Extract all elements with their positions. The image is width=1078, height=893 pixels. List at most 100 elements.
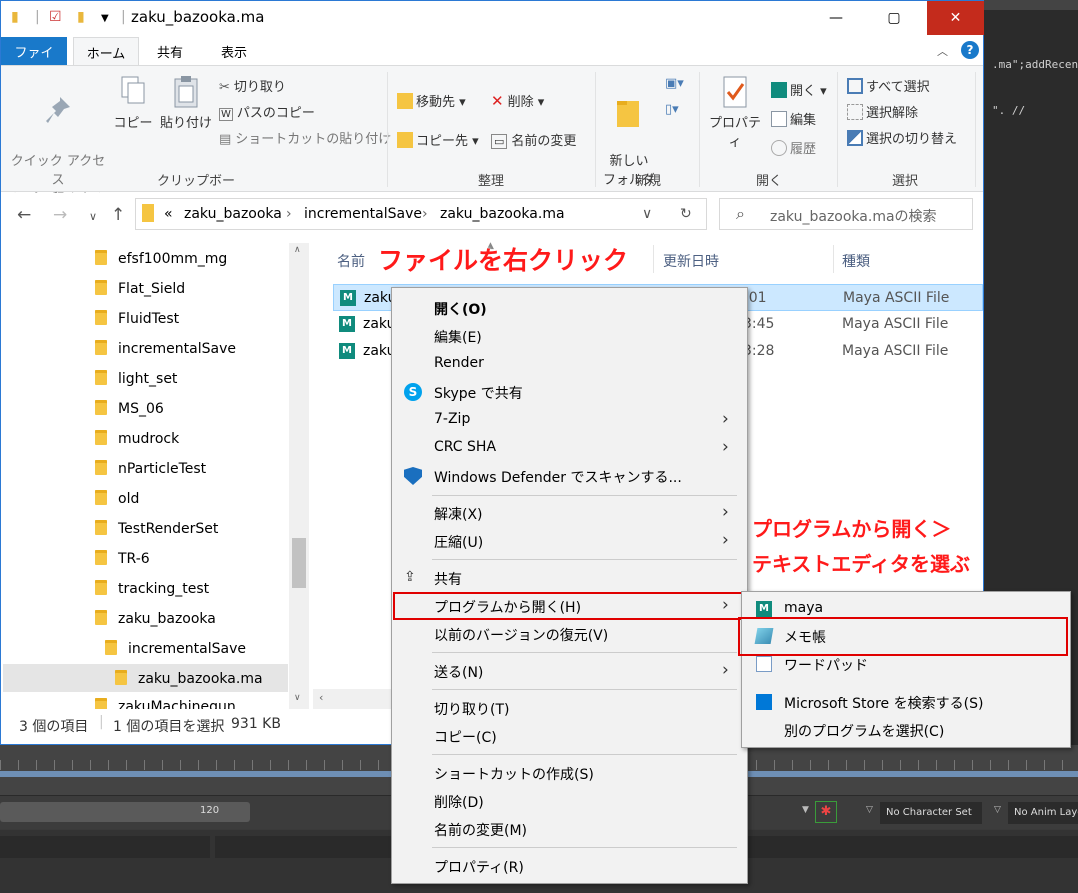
forward-arrow-icon[interactable]: → [53,205,67,225]
scroll-left-icon[interactable]: ‹ [319,691,323,704]
menu-item-send-to[interactable]: 送る(N) › [392,658,747,685]
close-button[interactable]: ✕ [927,1,984,35]
menu-item-restore-versions[interactable]: 以前のバージョンの復元(V) [392,621,747,648]
scroll-up-icon[interactable]: ∧ [294,245,301,255]
tab-file[interactable]: ファイル [1,37,67,80]
invert-selection-button[interactable]: 選択の切り替え [847,128,957,147]
customize-quick-access-icon[interactable]: ▼ [101,13,109,24]
auto-key-icon[interactable]: ✱ [815,801,837,823]
column-header-name[interactable]: 名前 [337,251,365,271]
menu-item-rename[interactable]: 名前の変更(M) [392,816,747,843]
menu-item-compress[interactable]: 圧縮(U) › [392,528,747,555]
search-box[interactable]: ⌕ zaku_bazooka.maの検索 [719,198,973,230]
rename-button[interactable]: ▭ 名前の変更 [491,130,576,149]
tree-item[interactable]: light_set [95,370,177,398]
minimize-button[interactable]: — [813,1,859,35]
menu-item-cut[interactable]: 切り取り(T) [392,695,747,722]
menu-item-delete[interactable]: 削除(D) [392,788,747,815]
column-header-type[interactable]: 種類 [842,251,870,271]
tree-item[interactable]: tracking_test [95,580,209,608]
menu-item-create-shortcut[interactable]: ショートカットの作成(S) [392,760,747,787]
tree-item-current[interactable]: zaku_bazooka.ma [115,670,263,698]
pin-to-quick-access-button[interactable]: クイック アクセス にピン留めする [9,74,107,209]
menu-item-7zip[interactable]: 7-Zip › [392,407,747,434]
open-button[interactable]: 開く ▾ [771,80,827,99]
easy-access-icon[interactable]: ▯▾ [665,102,679,117]
menu-item-share[interactable]: ⇪ 共有 [392,565,747,592]
tab-share[interactable]: 共有 [147,37,193,65]
tree-item[interactable]: mudrock [95,430,179,458]
help-icon[interactable]: ? [961,41,979,59]
menu-item-render[interactable]: Render [392,351,747,378]
back-arrow-icon[interactable]: ← [17,205,31,225]
menu-item-copy[interactable]: コピー(C) [392,723,747,750]
tree-item[interactable]: Flat_Sield [95,280,185,308]
address-dropdown-icon[interactable]: ∨ [642,206,652,222]
menu-item-properties[interactable]: プロパティ(R) [392,853,747,880]
breadcrumb-incrementalsave[interactable]: incrementalSave [304,206,422,222]
column-divider[interactable] [653,245,654,273]
menu-item-edit[interactable]: 編集(E) [392,323,747,350]
breadcrumb-current[interactable]: zaku_bazooka.ma [440,206,565,222]
paste-shortcut-button[interactable]: ▤ ショートカットの貼り付け [219,128,391,147]
charset-dropdown-icon: ▽ [866,805,873,815]
selected-count: 1 個の項目を選択 [113,719,225,735]
maximize-button[interactable]: ▢ [871,1,917,35]
menu-item-defender-scan[interactable]: Windows Defender でスキャンする... [392,463,747,490]
column-header-date[interactable]: 更新日時 [663,251,719,271]
tab-home[interactable]: ホーム [73,37,139,65]
tree-item[interactable]: zakuMachinegun [95,698,236,709]
menu-item-extract[interactable]: 解凍(X) › [392,500,747,527]
submenu-item-microsoft-store[interactable]: Microsoft Store を検索する(S) [742,688,1070,716]
script-line-2: ". // [992,104,1026,117]
cut-button[interactable]: ✂ 切り取り [219,76,286,95]
tree-item[interactable]: incrementalSave [105,640,246,668]
submenu-item-choose-another[interactable]: 別のプログラムを選択(C) [742,716,1070,744]
tree-item[interactable]: nParticleTest [95,460,206,488]
command-language-field[interactable] [0,836,210,858]
move-to-button[interactable]: 移動先 ▾ [397,91,466,110]
collapse-ribbon-icon[interactable]: ︿ [937,43,948,59]
menu-item-skype-share[interactable]: S Skype で共有 [392,379,747,406]
character-set-select[interactable]: No Character Set [880,802,982,824]
navigation-scrollbar[interactable]: ∧ ∨ [289,243,309,709]
address-bar[interactable]: « zaku_bazooka › incrementalSave › zaku_… [135,198,707,230]
breadcrumb-zaku-bazooka[interactable]: zaku_bazooka [184,206,282,222]
tree-item[interactable]: old [95,490,139,518]
properties-check-icon[interactable]: ☑ [49,9,62,25]
history-button[interactable]: 履歴 [771,138,816,157]
menu-item-crc-sha[interactable]: CRC SHA › [392,435,747,462]
copy-label: コピー [113,116,153,131]
rename-icon: ▭ [491,134,508,149]
tree-item[interactable]: FluidTest [95,310,179,338]
submenu-arrow-icon: › [722,530,729,550]
select-none-button[interactable]: 選択解除 [847,102,918,121]
paste-button[interactable]: 貼り付け [157,74,215,133]
delete-button[interactable]: ✕ 削除 ▾ [491,91,544,110]
anim-layer-select[interactable]: No Anim Layer [1008,802,1078,824]
copy-button[interactable]: コピー [111,74,155,133]
tree-item[interactable]: TestRenderSet [95,520,218,548]
tab-view[interactable]: 表示 [211,37,257,65]
scrollbar-thumb[interactable] [292,538,306,588]
address-prefix[interactable]: « [164,206,173,222]
tree-item[interactable]: zaku_bazooka [95,610,216,638]
tree-item[interactable]: efsf100mm_mg [95,250,227,278]
refresh-icon[interactable]: ↻ [680,206,692,222]
tree-item[interactable]: incrementalSave [95,340,236,368]
copy-path-button[interactable]: W パスのコピー [219,102,315,121]
edit-button[interactable]: 編集 [771,109,816,128]
recent-locations-icon[interactable]: ∨ [89,210,97,223]
select-all-button[interactable]: すべて選択 [847,76,930,95]
column-divider[interactable] [833,245,834,273]
new-item-icon[interactable]: ▣▾ [665,76,684,91]
new-folder-quick-icon[interactable]: ▮ [77,9,85,25]
up-arrow-icon[interactable]: ↑ [111,205,125,225]
scroll-down-icon[interactable]: ∨ [294,693,301,703]
tree-item[interactable]: TR-6 [95,550,150,578]
properties-button[interactable]: プロパティ [705,74,765,152]
copy-to-button[interactable]: コピー先 ▾ [397,130,479,149]
group-label-new: 新規 [634,174,661,189]
menu-item-open[interactable]: 開く(O) [392,295,747,322]
tree-item[interactable]: MS_06 [95,400,164,428]
